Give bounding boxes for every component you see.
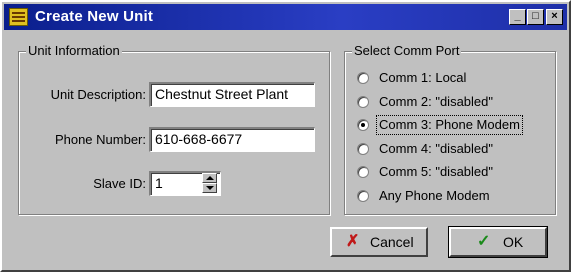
comm-port-option-label: Any Phone Modem <box>379 188 490 203</box>
cancel-x-icon: ✗ <box>346 233 360 250</box>
comm-port-group: Select Comm Port Comm 1: Local Comm 2: "… <box>344 43 556 215</box>
unit-information-legend: Unit Information <box>26 43 122 59</box>
minimize-button[interactable]: _ <box>509 9 526 25</box>
comm-port-option-label: Comm 5: "disabled" <box>379 164 493 179</box>
comm-port-option-label: Comm 2: "disabled" <box>379 94 493 109</box>
dialog-window: Create New Unit _ □ × Unit Information U… <box>0 0 571 272</box>
comm-port-legend: Select Comm Port <box>352 43 462 59</box>
app-icon <box>9 8 28 26</box>
slave-id-label: Slave ID: <box>93 176 146 191</box>
comm-port-option-label: Comm 1: Local <box>379 70 467 85</box>
title-bar[interactable]: Create New Unit _ □ × <box>4 4 567 30</box>
spin-down-icon[interactable] <box>202 183 217 193</box>
phone-number-label: Phone Number: <box>54 132 146 147</box>
comm-port-option-label: Comm 4: "disabled" <box>379 141 493 156</box>
radio-icon[interactable] <box>357 72 369 84</box>
cancel-button-label: Cancel <box>370 234 414 250</box>
unit-description-label: Unit Description: <box>50 87 146 102</box>
ok-button[interactable]: ✓ OK <box>448 226 548 258</box>
unit-description-field[interactable]: Chestnut Street Plant <box>149 82 315 107</box>
comm-port-option-label: Comm 3: Phone Modem <box>376 115 523 135</box>
radio-checked-icon[interactable] <box>357 119 369 131</box>
radio-icon[interactable] <box>357 190 369 202</box>
radio-icon[interactable] <box>357 96 369 108</box>
unit-information-group: Unit Information Unit Description: Chest… <box>18 43 330 215</box>
close-button[interactable]: × <box>546 9 563 25</box>
phone-number-field[interactable]: 610-668-6677 <box>149 127 315 152</box>
cancel-button[interactable]: ✗ Cancel <box>330 227 428 257</box>
window-title: Create New Unit <box>35 8 154 25</box>
ok-check-icon: ✓ <box>477 233 491 250</box>
spin-up-icon[interactable] <box>202 173 217 183</box>
radio-icon[interactable] <box>357 166 369 178</box>
radio-icon[interactable] <box>357 143 369 155</box>
maximize-button[interactable]: □ <box>527 9 544 25</box>
ok-button-label: OK <box>503 234 524 250</box>
